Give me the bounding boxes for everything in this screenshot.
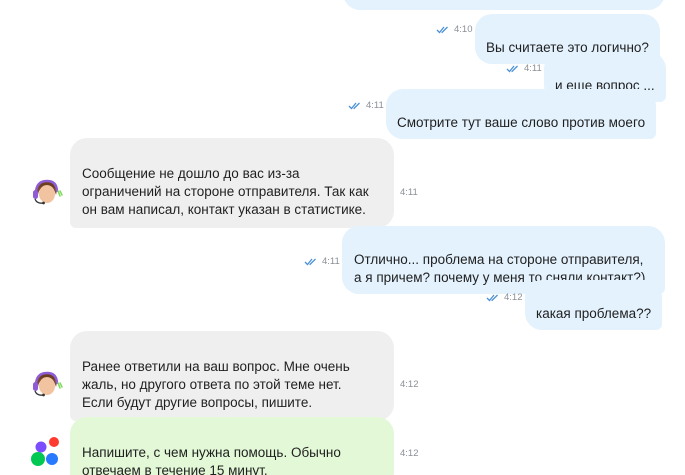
read-checkmarks-icon xyxy=(304,258,316,266)
message-meta: 4:11 xyxy=(400,187,418,198)
read-checkmarks-icon xyxy=(436,26,448,34)
message-text: Напишите, с чем нужна помощь. Обычно отв… xyxy=(82,445,341,475)
message-text: какая проблема?? xyxy=(536,306,652,321)
message-time: 4:12 xyxy=(400,448,419,459)
message-meta: 4:12 xyxy=(400,448,419,459)
message-meta: 4:11 xyxy=(506,63,542,74)
message-time: 4:12 xyxy=(504,292,523,303)
message-meta: 4:12 xyxy=(400,379,419,390)
message-time: 4:11 xyxy=(524,63,542,74)
message-meta: 4:11 xyxy=(348,100,384,111)
outgoing-message-bubble[interactable]: какая проблема?? xyxy=(525,280,663,330)
incoming-message-bubble[interactable]: Ранее ответили на ваш вопрос. Мне очень … xyxy=(70,331,394,421)
read-checkmarks-icon xyxy=(348,102,360,110)
message-text: Смотрите тут ваше слово против моего xyxy=(397,115,646,130)
message-time: 4:12 xyxy=(400,379,419,390)
message-text: Ранее ответили на ваш вопрос. Мне очень … xyxy=(82,359,350,410)
system-message-bubble[interactable]: Напишите, с чем нужна помощь. Обычно отв… xyxy=(70,417,394,475)
previous-message-bubble xyxy=(343,0,665,10)
message-time: 4:11 xyxy=(322,256,340,267)
message-time: 4:11 xyxy=(366,100,384,111)
incoming-message-bubble[interactable]: Сообщение не дошло до вас из-за ограниче… xyxy=(70,138,394,228)
message-text: Сообщение не дошло до вас из-за ограниче… xyxy=(82,166,369,217)
message-time: 4:10 xyxy=(454,24,473,35)
outgoing-message-bubble[interactable]: Смотрите тут ваше слово против моего xyxy=(386,89,657,139)
app-logo-icon xyxy=(31,437,59,466)
support-agent-avatar xyxy=(27,172,65,210)
message-time: 4:11 xyxy=(400,187,418,198)
read-checkmarks-icon xyxy=(506,65,518,73)
message-meta: 4:12 xyxy=(486,292,523,303)
message-meta: 4:11 xyxy=(304,256,340,267)
message-meta: 4:10 xyxy=(436,24,473,35)
read-checkmarks-icon xyxy=(486,294,498,302)
support-agent-avatar xyxy=(27,364,65,402)
